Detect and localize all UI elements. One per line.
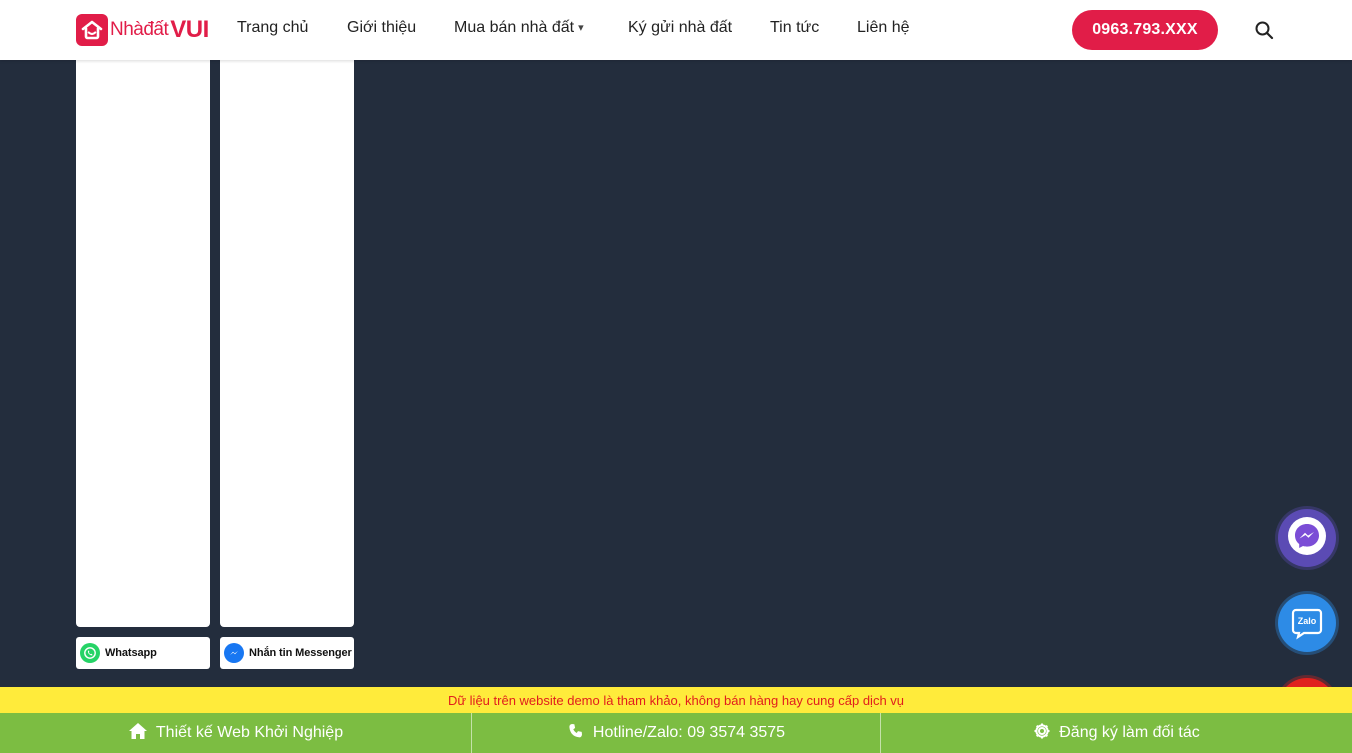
- nav-item-trang-chu[interactable]: Trang chủ: [237, 19, 308, 37]
- web-design-link[interactable]: Thiết kế Web Khởi Nghiệp: [0, 713, 472, 753]
- nav-item-lien-he[interactable]: Liên hệ: [857, 19, 910, 37]
- header-phone-button[interactable]: 0963.793.XXX: [1072, 10, 1218, 50]
- partner-signup-label: Đăng ký làm đối tác: [1059, 724, 1200, 741]
- content-card-messenger: [220, 60, 354, 627]
- whatsapp-icon: [80, 643, 100, 663]
- logo-text-accent: VUI: [170, 16, 209, 43]
- house-logo-icon: [76, 14, 108, 46]
- messenger-icon: [224, 643, 244, 663]
- demo-notice-bar: Dữ liệu trên website demo là tham khảo, …: [0, 687, 1352, 713]
- logo-text-primary: Nhàđất: [110, 19, 169, 40]
- home-icon: [128, 722, 156, 745]
- content-card-whatsapp: [76, 60, 210, 627]
- site-logo[interactable]: Nhàđất VUI: [76, 13, 209, 47]
- nav-item-ky-gui[interactable]: Ký gửi nhà đất: [628, 19, 732, 37]
- messenger-icon: [1287, 516, 1327, 561]
- web-design-label: Thiết kế Web Khởi Nghiệp: [155, 724, 344, 741]
- nav-item-mua-ban-label: Mua bán nhà đất: [454, 19, 575, 36]
- floating-zalo-button[interactable]: Zalo: [1278, 594, 1336, 652]
- nav-item-tin-tuc[interactable]: Tin tức: [770, 19, 819, 37]
- hotline-link[interactable]: Hotline/Zalo: 09 3574 3575: [472, 713, 881, 753]
- floating-messenger-button[interactable]: [1278, 509, 1336, 567]
- search-icon[interactable]: [1254, 20, 1274, 40]
- nav-item-gioi-thieu[interactable]: Giới thiệu: [347, 19, 416, 37]
- site-header: Nhàđất VUI Trang chủ Giới thiệu Mua bán …: [0, 0, 1352, 60]
- chevron-down-icon: ▾: [578, 22, 584, 34]
- partner-signup-link[interactable]: Đăng ký làm đối tác: [881, 713, 1352, 753]
- whatsapp-button[interactable]: Whatsapp: [76, 637, 210, 669]
- zalo-label: Zalo: [1297, 616, 1317, 626]
- phone-icon: [567, 722, 593, 745]
- whatsapp-label: Whatsapp: [105, 647, 157, 659]
- hotline-label: Hotline/Zalo: 09 3574 3575: [592, 724, 786, 741]
- messenger-label: Nhắn tin Messenger: [249, 647, 352, 659]
- demo-notice-text: Dữ liệu trên website demo là tham khảo, …: [447, 692, 905, 708]
- nav-item-mua-ban[interactable]: Mua bán nhà đất ▾: [454, 19, 584, 37]
- messenger-chat-button[interactable]: Nhắn tin Messenger: [220, 637, 354, 669]
- gear-icon: [1033, 722, 1059, 745]
- zalo-icon: Zalo: [1290, 606, 1324, 640]
- bottom-action-bar: Thiết kế Web Khởi Nghiệp Hotline/Zalo: 0…: [0, 713, 1352, 753]
